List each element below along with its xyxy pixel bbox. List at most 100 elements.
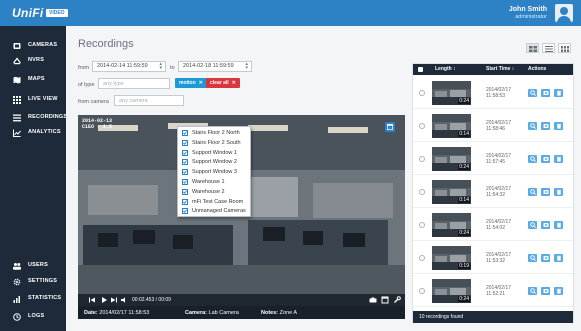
delete-button[interactable] [554,287,563,295]
start-time-column-header[interactable]: Start Time ↕ [486,64,514,75]
camera-option[interactable]: Support Window 3 [182,168,250,176]
skip-forward-icon[interactable] [110,296,118,304]
download-button[interactable] [541,287,550,295]
view-button[interactable] [528,254,537,262]
fullscreen-button[interactable] [385,122,395,132]
spinner-icon[interactable]: ▴ ▾ [245,62,248,71]
camera-option[interactable]: mFi Test Case Room [182,198,250,206]
camera-option[interactable]: Warehouse 1 [182,178,250,186]
recording-thumbnail[interactable]: 0:24 [432,213,471,237]
recording-thumbnail[interactable]: 0:24 [432,279,471,303]
checkbox[interactable] [182,169,188,176]
view-thumbnails-button[interactable] [526,43,539,53]
delete-button[interactable] [554,221,563,229]
user-name[interactable]: John Smith [509,6,547,13]
view-grid-button[interactable] [558,43,571,53]
to-datetime-field[interactable]: 2014-02-18 11:59:59 ▴ ▾ [178,61,252,72]
download-button[interactable] [541,188,550,196]
recording-thumbnail[interactable]: 0:14 [432,180,471,204]
camera-snapshot-icon[interactable] [369,296,377,304]
delete-button[interactable] [554,254,563,262]
from-datetime-field[interactable]: 2014-02-14 11:59:59 ▴ ▾ [92,61,166,72]
checkbox[interactable] [182,198,188,205]
table-row[interactable]: 0:24 2014/02/17 11:57:45 [413,144,573,175]
table-row[interactable]: 0:19 2014/02/17 11:53:32 [413,243,573,274]
table-row[interactable]: 0:24 2014/02/17 11:54:02 [413,210,573,241]
row-radio[interactable] [419,222,425,228]
row-radio[interactable] [419,189,425,195]
volume-icon[interactable] [120,296,128,304]
delete-button[interactable] [554,122,563,130]
view-button[interactable] [528,188,537,196]
checkbox[interactable] [182,130,188,136]
length-column-header[interactable]: Length ↕ [435,64,456,75]
download-button[interactable] [541,89,550,97]
sidebar-item-recordings[interactable]: RECORDINGS [0,111,67,125]
camera-option[interactable]: Stairs Floor 2 North [182,129,250,137]
sidebar-item-cameras[interactable]: CAMERAS [0,39,66,53]
checkbox[interactable] [182,149,188,156]
motion-tag[interactable]: motion ✕ [175,78,207,88]
camera-option[interactable]: Support Window 2 [182,158,250,166]
wrench-icon[interactable] [393,296,401,304]
view-list-button[interactable] [542,43,555,53]
download-button[interactable] [541,155,550,163]
search-icon [529,255,536,261]
table-row[interactable]: 0:14 2014/02/17 11:58:46 [413,111,573,142]
download-button[interactable] [541,221,550,229]
play-icon[interactable] [100,296,108,304]
checkbox[interactable] [182,139,188,146]
checkbox[interactable] [182,179,188,185]
recording-thumbnail[interactable]: 0:14 [432,114,471,138]
download-icon [543,91,548,95]
row-radio[interactable] [419,90,425,96]
camera-option[interactable]: Support Window 1 [182,149,250,157]
checkbox[interactable] [182,208,188,215]
view-button[interactable] [528,89,537,97]
checkbox[interactable] [182,188,188,195]
select-all-checkbox[interactable] [418,67,423,72]
camera-option[interactable]: Unmanaged Cameras [182,207,250,215]
close-icon[interactable]: ✕ [232,80,236,86]
clear-all-tag[interactable]: clear all ✕ [206,78,240,88]
sidebar-item-maps[interactable]: MAPS [0,73,66,87]
logo-badge: VIDEO [46,9,68,17]
recording-thumbnail[interactable]: 0:19 [432,246,471,270]
camera-option[interactable]: Stairs Floor 2 South [182,139,250,147]
checkbox[interactable] [182,159,188,166]
close-icon[interactable]: ✕ [199,80,203,86]
sidebar-item-live-view[interactable]: LIVE VIEW [0,93,66,107]
recording-thumbnail[interactable]: 0:24 [432,147,471,171]
view-button[interactable] [528,287,537,295]
sidebar-item-statistics[interactable]: STATISTICS [0,292,66,306]
camera-option[interactable]: Warehouse 2 [182,188,250,196]
sidebar-item-nvrs[interactable]: NVRS [0,54,66,68]
window-icon[interactable] [381,296,389,304]
spinner-icon[interactable]: ▴ ▾ [159,62,162,71]
recording-thumbnail[interactable]: 0:24 [432,81,471,105]
type-input[interactable] [98,78,170,89]
download-button[interactable] [541,254,550,262]
view-button[interactable] [528,155,537,163]
row-radio[interactable] [419,255,425,261]
delete-button[interactable] [554,89,563,97]
sidebar-item-settings[interactable]: SETTINGS [0,275,66,289]
download-button[interactable] [541,122,550,130]
table-row[interactable]: 0:14 2014/02/17 11:54:32 [413,177,573,208]
view-button[interactable] [528,221,537,229]
delete-button[interactable] [554,188,563,196]
skip-back-icon[interactable] [88,296,96,304]
sidebar-item-logs[interactable]: LOGS [0,310,66,324]
avatar[interactable] [555,4,573,22]
row-radio[interactable] [419,156,425,162]
row-radio[interactable] [419,123,425,129]
row-radio[interactable] [419,288,425,294]
sidebar-item-analytics[interactable]: ANALYTICS [0,126,66,140]
table-row[interactable]: 0:24 2014/02/17 11:58:53 [413,78,573,109]
view-button[interactable] [528,122,537,130]
camera-input[interactable] [114,95,184,106]
sidebar-item-users[interactable]: USERS [0,259,66,273]
page-title: Recordings [78,38,134,50]
delete-button[interactable] [554,155,563,163]
table-row[interactable]: 0:24 2014/02/17 11:52:21 [413,276,573,307]
